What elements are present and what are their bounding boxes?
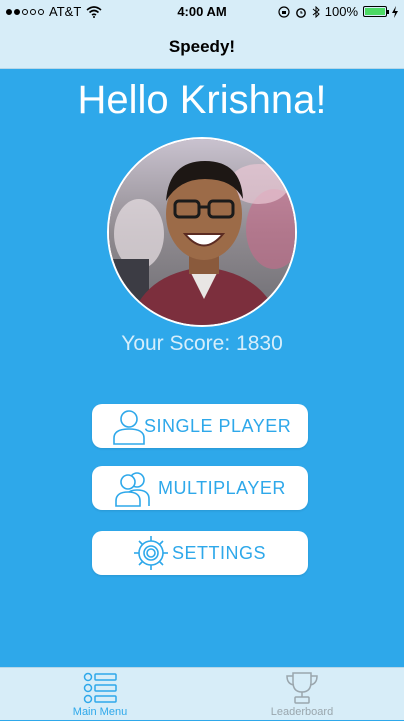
list-icon [83, 672, 117, 704]
tab-main-menu-label: Main Menu [72, 706, 128, 718]
people-outline-icon [115, 472, 150, 507]
single-player-button[interactable]: SINGLE PLAYER [92, 404, 308, 448]
greeting-heading: Hello Krishna! [77, 78, 327, 122]
profile-photo [109, 139, 295, 325]
alarm-icon [295, 7, 306, 18]
battery-fill [365, 8, 385, 15]
gear-icon [134, 536, 168, 570]
tab-leaderboard-label: Leaderboard [270, 706, 334, 718]
page-title: Speedy! [168, 37, 236, 56]
single-player-label: SINGLE PLAYER [144, 416, 292, 436]
score-label: Your Score: 1830 [121, 332, 283, 355]
status-right: 100% [278, 4, 398, 19]
bluetooth-icon [312, 5, 320, 18]
multiplayer-button[interactable]: MULTIPLAYER [92, 466, 308, 510]
nav-bar: Speedy! [0, 24, 404, 69]
trophy-icon [286, 672, 318, 704]
battery-percent: 100% [324, 4, 358, 19]
charging-icon [392, 5, 398, 18]
multiplayer-label: MULTIPLAYER [158, 478, 286, 498]
avatar [107, 137, 297, 327]
settings-button[interactable]: SETTINGS [92, 531, 308, 575]
status-bar: AT&T 4:00 AM 100% [0, 0, 404, 24]
battery-icon [363, 6, 389, 17]
tab-bar: Main Menu Leaderboard [0, 667, 404, 720]
person-outline-icon [113, 410, 145, 445]
tab-main-menu[interactable]: Main Menu [40, 668, 160, 721]
tab-leaderboard[interactable]: Leaderboard [242, 668, 362, 721]
rotation-lock-icon [278, 5, 290, 18]
settings-label: SETTINGS [172, 543, 267, 563]
